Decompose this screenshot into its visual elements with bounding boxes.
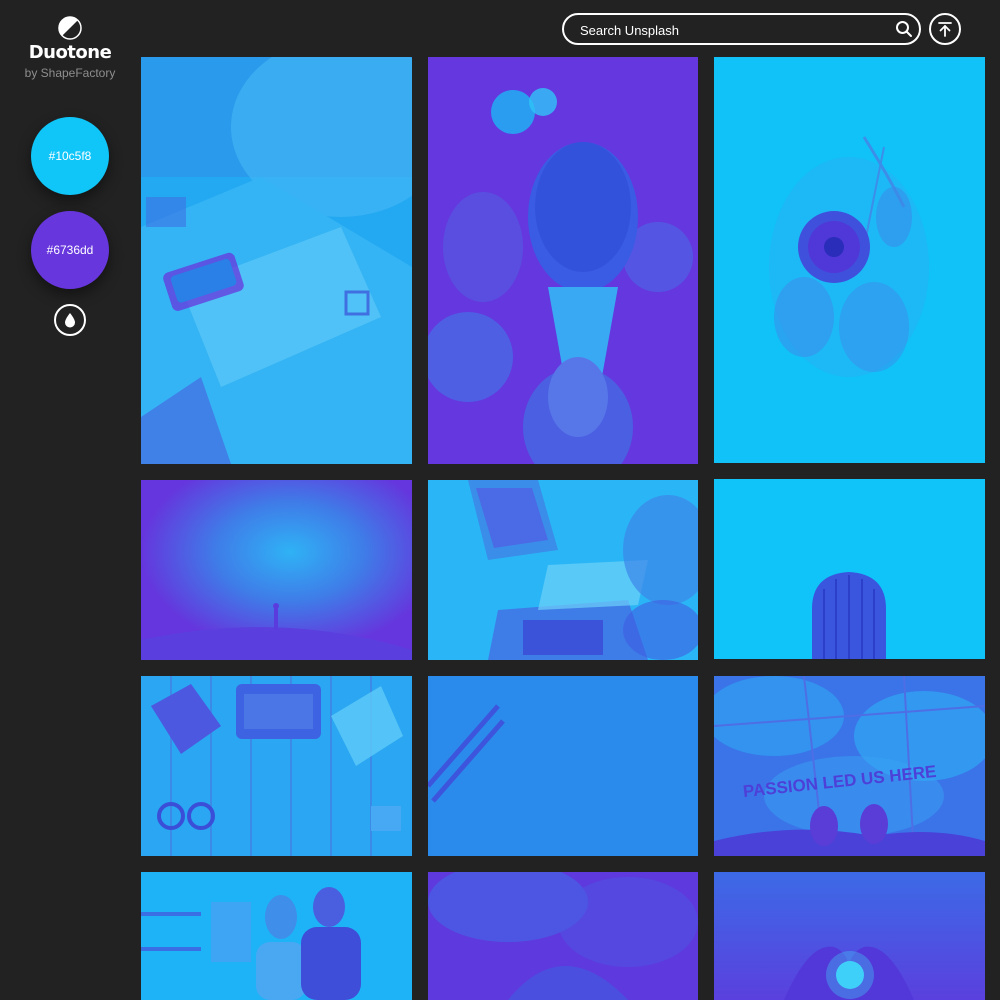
photo-laptops-desk[interactable]: [428, 480, 698, 660]
sidebar: Duotone by ShapeFactory #10c5f8 #6736dd: [0, 0, 140, 1000]
photo-space-nebula[interactable]: [428, 872, 698, 1000]
swatch-label: #6736dd: [46, 243, 94, 257]
search-input[interactable]: [578, 15, 882, 45]
photo-cactus[interactable]: [714, 479, 985, 659]
photo-flower-bouquet[interactable]: [714, 57, 985, 463]
half-circle-icon: [58, 16, 82, 40]
color-swatch-primary[interactable]: #10c5f8: [31, 117, 109, 195]
swatch-label: #10c5f8: [48, 149, 92, 163]
search-icon[interactable]: [895, 20, 913, 38]
brand-title: Duotone: [28, 42, 112, 63]
photo-feet-passion[interactable]: PASSION LED US HERE: [714, 676, 985, 856]
photo-pencils[interactable]: [428, 676, 698, 856]
photo-ice-cream[interactable]: [428, 57, 698, 464]
duotone-toggle-button[interactable]: [54, 304, 86, 336]
color-swatch-secondary[interactable]: #6736dd: [31, 211, 109, 289]
arrow-up-to-top-icon: [938, 22, 952, 37]
brand-subtitle: by ShapeFactory: [24, 66, 116, 80]
photo-milky-way[interactable]: [141, 480, 412, 660]
droplet-icon: [65, 313, 75, 328]
search-bar: [562, 13, 921, 45]
photo-tablet-payment[interactable]: [141, 57, 412, 464]
scroll-to-top-button[interactable]: [929, 13, 961, 45]
photo-typewriter[interactable]: [141, 676, 412, 856]
photo-couple[interactable]: [141, 872, 412, 1000]
photo-heart-hands[interactable]: [714, 872, 985, 1000]
